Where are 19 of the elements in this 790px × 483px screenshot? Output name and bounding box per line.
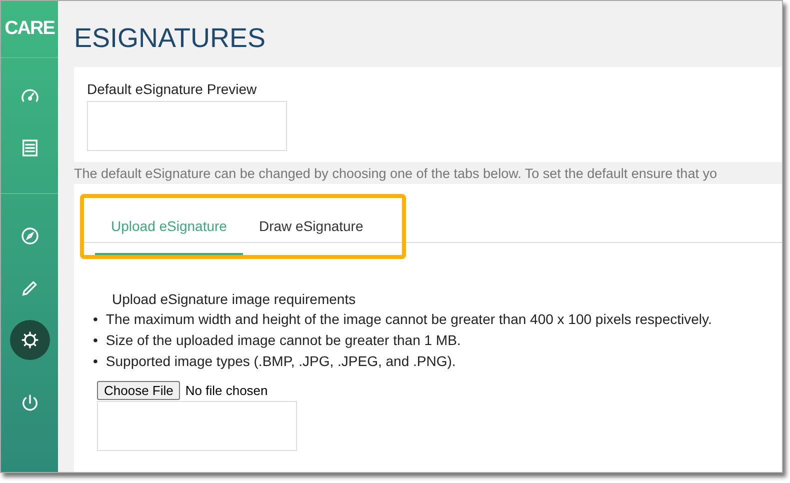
- preview-label: Default eSignature Preview: [87, 81, 258, 97]
- page-title: ESIGNATURES: [74, 23, 267, 54]
- notice-text: The default eSignature can be changed by choosing one of the tabs below. To set the default ensure that yo: [74, 166, 718, 181]
- tab[interactable]: Draw eSignature: [242, 210, 380, 255]
- nav-button[interactable]: [10, 320, 50, 360]
- settings-icon: [20, 330, 40, 350]
- choose-file-button[interactable]: Choose File: [97, 381, 180, 400]
- bullet: •: [93, 353, 98, 369]
- requirement-item: Supported image types (.BMP, .JPG, .JPEG, and .PNG).: [106, 353, 456, 369]
- requirement-item: The maximum width and height of the image cannot be greater than 400 x 100 pixels respectively.: [106, 311, 712, 327]
- bullet: •: [93, 311, 98, 327]
- list-icon: [20, 138, 40, 158]
- requirements-heading: Upload eSignature image requirements: [112, 291, 357, 307]
- pencil-icon: [20, 278, 40, 298]
- bullet: •: [93, 332, 98, 348]
- requirement-item: Size of the uploaded image cannot be greater than 1 MB.: [106, 332, 461, 348]
- file-status: No file chosen: [185, 383, 268, 398]
- power-icon: [20, 393, 40, 413]
- compass-icon: [20, 226, 40, 246]
